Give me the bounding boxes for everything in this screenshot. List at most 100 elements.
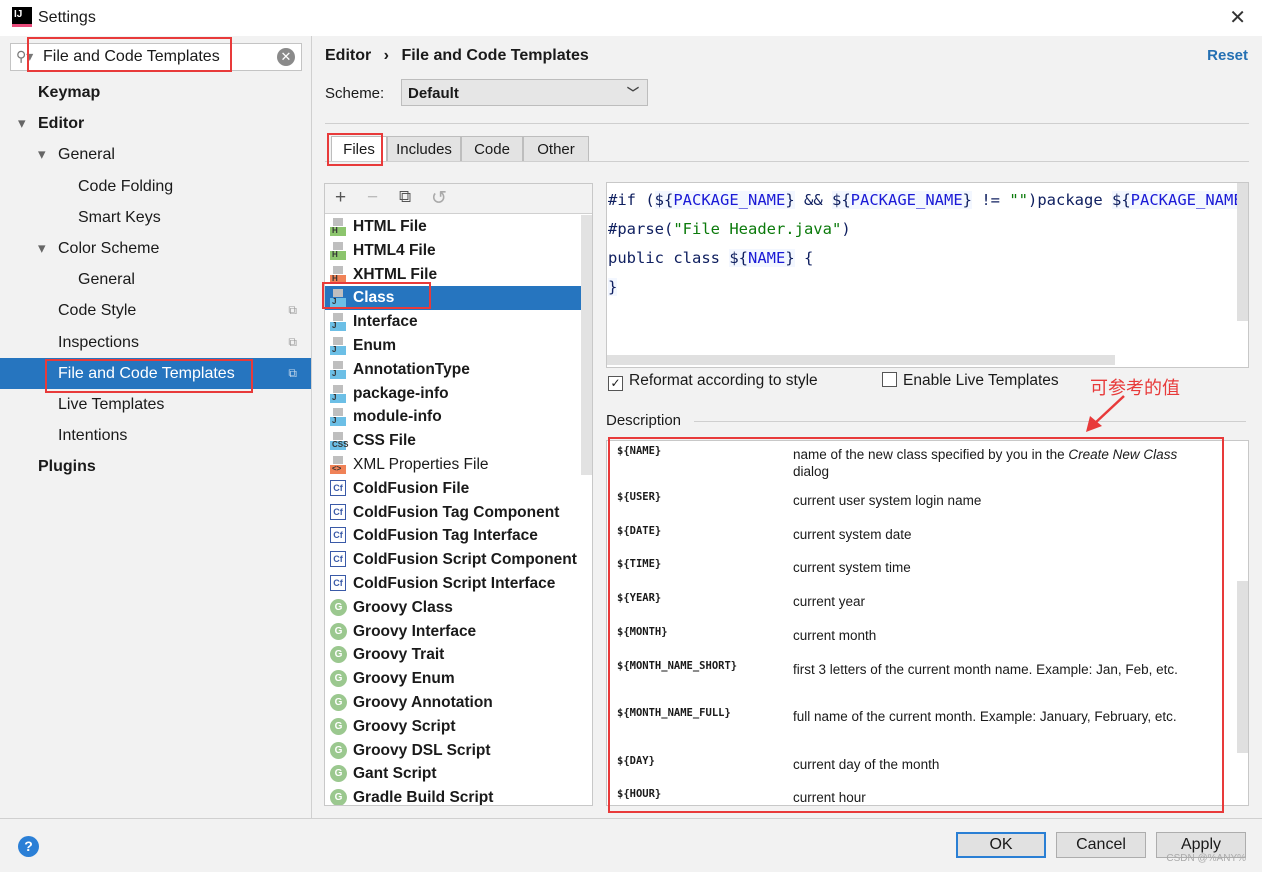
- template-name: Enum: [353, 337, 397, 354]
- list-item[interactable]: Cf ColdFusion Script Interface: [325, 572, 581, 596]
- close-button[interactable]: ✕: [1229, 5, 1246, 30]
- settings-search-input[interactable]: ⚲▾ File and Code Templates ✕: [10, 43, 302, 71]
- list-item[interactable]: CSS CSS File: [325, 429, 581, 453]
- list-item[interactable]: Cf ColdFusion Script Component: [325, 548, 581, 572]
- breadcrumb-parent[interactable]: Editor: [325, 47, 371, 64]
- breadcrumb-separator: ›: [383, 47, 389, 64]
- sidebar-item-label: Plugins: [38, 458, 96, 476]
- clear-search-icon[interactable]: ✕: [277, 48, 295, 66]
- sidebar-item[interactable]: General: [0, 264, 311, 295]
- chevron-down-icon[interactable]: ▾: [38, 139, 46, 170]
- list-item[interactable]: Cf ColdFusion Tag Interface: [325, 524, 581, 548]
- editor-vertical-scrollbar[interactable]: [1237, 183, 1248, 321]
- template-name: Gradle Build Script: [353, 789, 494, 806]
- code-token: ): [841, 220, 851, 238]
- sidebar-item[interactable]: File and Code Templates ⧉: [0, 357, 311, 389]
- reset-template-icon[interactable]: ↺: [431, 187, 447, 210]
- tab-code[interactable]: Code: [461, 136, 523, 162]
- reformat-checkbox[interactable]: ✓ Reformat according to style: [608, 372, 818, 391]
- sidebar-item[interactable]: Keymap: [0, 77, 311, 108]
- template-name: ColdFusion Tag Component: [353, 503, 560, 521]
- enable-live-templates-checkbox[interactable]: Enable Live Templates: [882, 372, 1059, 390]
- list-scrollbar[interactable]: [581, 215, 592, 475]
- list-item[interactable]: G Groovy DSL Script: [325, 739, 581, 763]
- remove-icon[interactable]: −: [367, 187, 378, 209]
- file-type-icon: H: [330, 265, 346, 284]
- description-label: Description: [606, 412, 682, 429]
- list-item[interactable]: J Interface: [325, 310, 581, 334]
- scheme-select[interactable]: Default ﹀: [401, 79, 648, 106]
- sidebar-item[interactable]: ▾ General: [0, 139, 311, 170]
- list-item[interactable]: Jpackage-info: [325, 382, 581, 406]
- list-toolbar: + − ⧉ ↺: [325, 184, 592, 214]
- list-item[interactable]: J AnnotationType: [325, 358, 581, 382]
- list-item[interactable]: Cf ColdFusion File: [325, 477, 581, 501]
- search-icon: ⚲▾: [16, 48, 34, 64]
- groovy-icon: G: [330, 717, 347, 735]
- sidebar-item[interactable]: Code Folding: [0, 171, 311, 202]
- list-item[interactable]: H HTML File: [325, 215, 581, 239]
- sidebar-item[interactable]: Inspections ⧉: [0, 327, 311, 358]
- chevron-down-icon[interactable]: ▾: [38, 233, 46, 264]
- tab-includes[interactable]: Includes: [387, 136, 461, 162]
- template-code-editor[interactable]: #if (${PACKAGE_NAME} && ${PACKAGE_NAME} …: [606, 182, 1249, 368]
- list-item[interactable]: J Enum: [325, 334, 581, 358]
- list-item[interactable]: G Groovy Enum: [325, 667, 581, 691]
- groovy-icon: G: [330, 622, 347, 640]
- sidebar-item[interactable]: Live Templates: [0, 389, 311, 420]
- sidebar-item[interactable]: ▾ Color Scheme: [0, 233, 311, 264]
- list-item[interactable]: G Gant Script: [325, 762, 581, 786]
- editor-horizontal-scrollbar[interactable]: [607, 355, 1115, 365]
- sidebar-item[interactable]: Intentions: [0, 420, 311, 451]
- groovy-icon: G: [330, 741, 347, 759]
- template-list: + − ⧉ ↺ H HTML File H HTML4 File H XHTML File…: [324, 183, 593, 806]
- list-item[interactable]: J Class: [325, 286, 592, 311]
- variable-description: first 3 letters of the current month nam…: [793, 661, 1203, 678]
- list-item[interactable]: G Groovy Interface: [325, 620, 581, 644]
- cancel-button[interactable]: Cancel: [1056, 832, 1146, 858]
- tab-other[interactable]: Other: [523, 136, 589, 162]
- list-item[interactable]: <> XML Properties File: [325, 453, 581, 477]
- list-item[interactable]: H XHTML File: [325, 263, 581, 287]
- code-token: }: [785, 191, 795, 209]
- file-type-icon: H: [330, 241, 346, 260]
- list-item[interactable]: H HTML4 File: [325, 239, 581, 263]
- title-bar: IJ Settings ✕: [0, 0, 1262, 36]
- sidebar-item[interactable]: Code Style ⧉: [0, 295, 311, 326]
- list-item[interactable]: G Groovy Trait: [325, 643, 581, 667]
- description-text: current system time: [793, 560, 911, 575]
- template-name: module-info: [353, 408, 442, 426]
- sidebar-item-label: Color Scheme: [58, 240, 160, 257]
- template-name: Class: [353, 289, 395, 307]
- sidebar-item[interactable]: Plugins: [0, 451, 311, 482]
- reset-link[interactable]: Reset: [1207, 47, 1248, 64]
- list-item[interactable]: G Groovy Class: [325, 596, 581, 620]
- sidebar-item[interactable]: Smart Keys: [0, 202, 311, 233]
- code-line: #if (${PACKAGE_NAME} && ${PACKAGE_NAME} …: [608, 187, 1248, 213]
- sidebar-item[interactable]: ▾ Editor: [0, 108, 311, 139]
- description-scrollbar[interactable]: [1237, 581, 1248, 753]
- app-logo-icon: IJ: [12, 7, 32, 27]
- chevron-down-icon[interactable]: ▾: [18, 108, 26, 139]
- code-token: "": [1009, 191, 1028, 209]
- checkbox-checked-icon: ✓: [608, 376, 623, 391]
- file-type-badge: J: [330, 369, 346, 379]
- add-icon[interactable]: +: [335, 187, 346, 209]
- list-item[interactable]: Cf ColdFusion Tag Component: [325, 501, 581, 525]
- coldfusion-icon: Cf: [330, 503, 346, 520]
- description-text: current hour: [793, 790, 866, 805]
- variable-name: ${NAME}: [617, 445, 662, 457]
- code-line: }: [608, 274, 618, 300]
- list-item[interactable]: Jmodule-info: [325, 405, 581, 429]
- copy-icon[interactable]: ⧉: [399, 187, 411, 207]
- list-item[interactable]: G Groovy Annotation: [325, 691, 581, 715]
- ok-button[interactable]: OK: [956, 832, 1046, 858]
- code-token: package: [1037, 191, 1112, 209]
- list-item[interactable]: G Gradle Build Script: [325, 786, 581, 806]
- sidebar-item-label: Code Style: [58, 302, 137, 320]
- file-type-icon: H: [330, 218, 346, 236]
- tab-files[interactable]: Files: [331, 136, 387, 162]
- help-button[interactable]: ?: [18, 836, 39, 857]
- list-item[interactable]: G Groovy Script: [325, 715, 581, 739]
- variable-name: ${YEAR}: [617, 592, 662, 604]
